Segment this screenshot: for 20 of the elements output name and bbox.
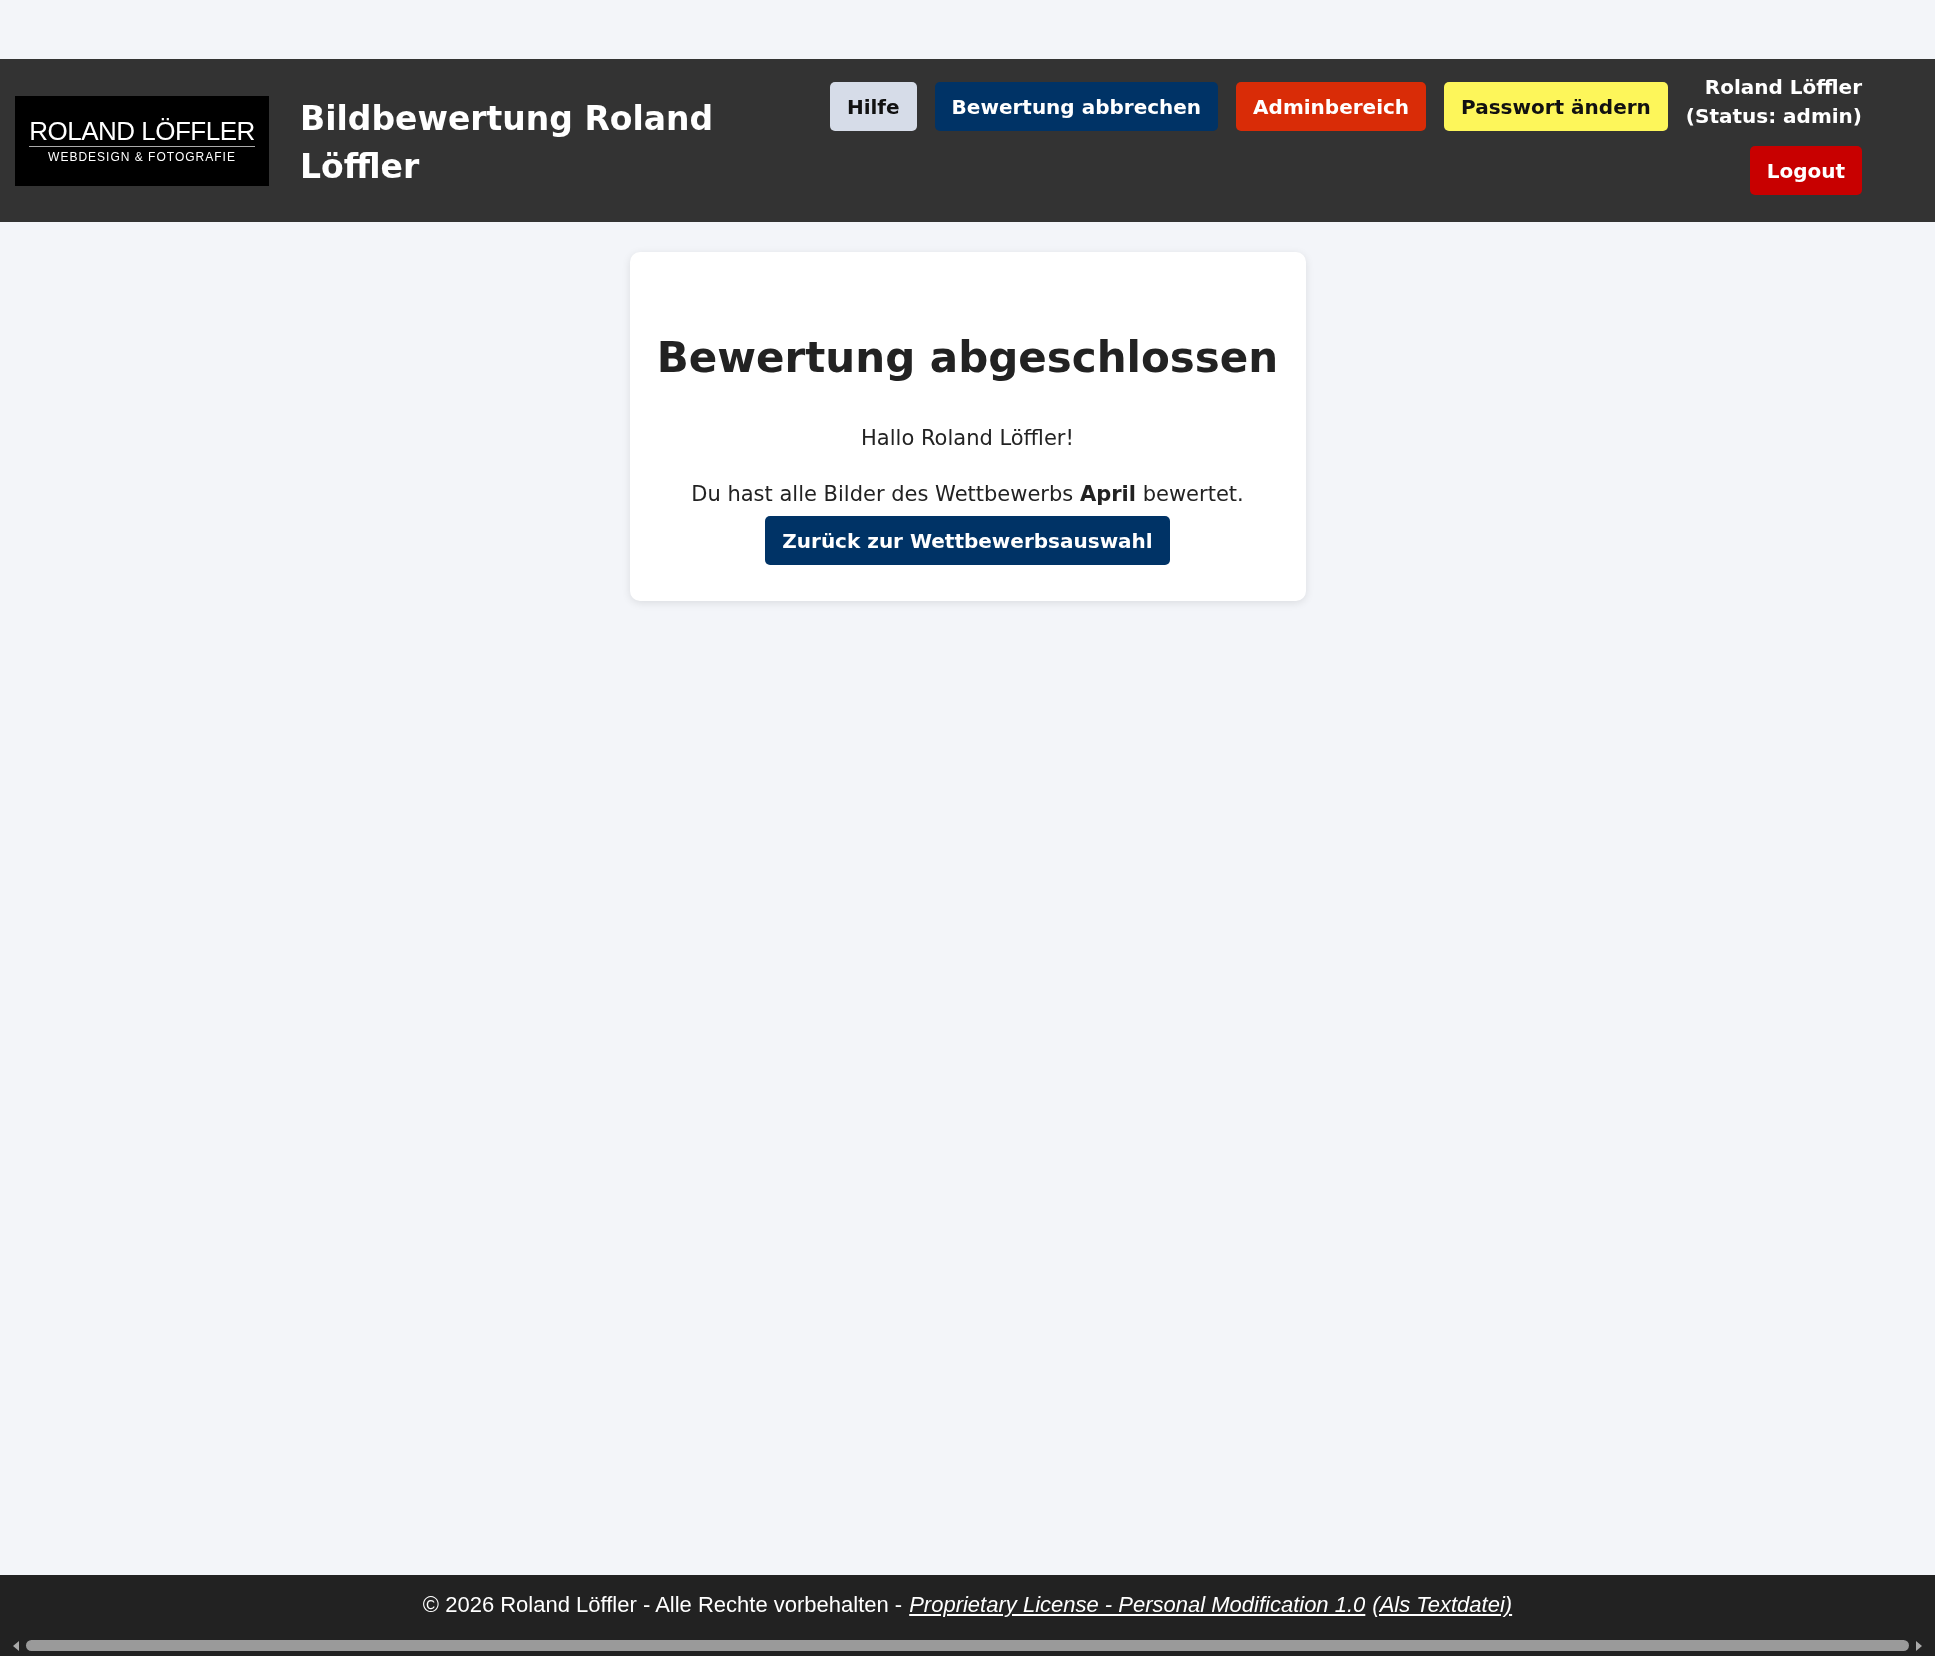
footer-link[interactable]: Proprietary License - Personal Modification 1.0 [909, 1592, 1366, 1618]
nav-button[interactable]: Passwort ändern [1444, 82, 1668, 131]
scroll-thumb[interactable] [26, 1640, 1909, 1651]
greeting-text: Hallo Roland Löffler! [861, 425, 1074, 452]
scrollbar[interactable] [0, 1635, 1935, 1656]
message-text: Du hast alle Bilder des Wettbewerbs April bewertet. [691, 481, 1244, 508]
site-title: Bildbewertung Roland Löffler [300, 98, 715, 188]
user-info: Roland Löffler (Status: admin) [1685, 74, 1862, 130]
scroll-left-icon[interactable] [12, 1640, 20, 1651]
nav-button[interactable]: Hilfe [829, 82, 917, 131]
nav-button[interactable]: Bewertung abbrechen [934, 82, 1219, 131]
logo-tagline: WEBDESIGN & FOTOGRAFIE [48, 150, 236, 164]
back-button[interactable]: Zurück zur Wettbewerbsauswahl [765, 516, 1170, 565]
footer-link[interactable]: (Als Textdatei) [1372, 1592, 1513, 1618]
logo-name: ROLAND LÖFFLER [29, 118, 255, 147]
logout-button[interactable]: Logout [1749, 146, 1862, 195]
nav-button[interactable]: Adminbereich [1236, 82, 1427, 131]
copyright-text: © 2026 Roland Löffler - Alle Rechte vorbehalten - [422, 1592, 903, 1618]
scroll-right-icon[interactable] [1915, 1640, 1923, 1651]
card-heading: Bewertung abgeschlossen [656, 332, 1279, 384]
